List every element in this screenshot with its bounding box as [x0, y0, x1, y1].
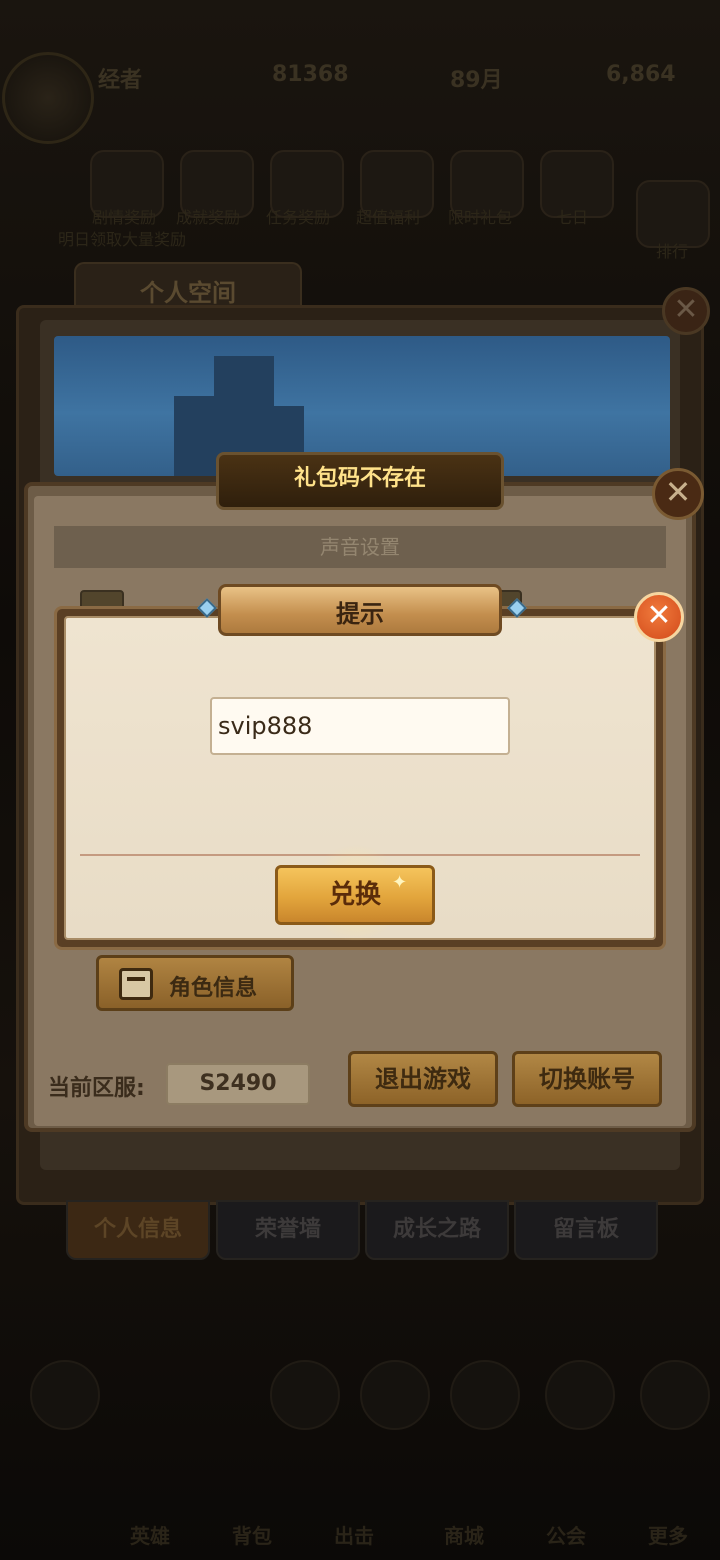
quit-game-button: 退出游戏 [348, 1051, 498, 1107]
nav-icon [450, 1360, 520, 1430]
shortcut-label: 任务奖励 [266, 208, 331, 227]
game-screen: 经者 81368 89月 6,864 剧情奖励 成就奖励 任务奖励 超值福利 限… [0, 0, 720, 1560]
card-icon [119, 968, 153, 1000]
nav-label: 英雄 [130, 1524, 170, 1548]
nav-label: 公会 [546, 1524, 586, 1548]
nav-icon [270, 1360, 340, 1430]
player-name: 经者 [98, 68, 143, 93]
sound-settings-header: 声音设置 [54, 526, 666, 568]
notice-text: 明日领取大量奖励 [58, 230, 187, 249]
close-dialog-button[interactable]: ✕ [634, 592, 684, 642]
shortcut-label: 剧情奖励 [92, 208, 157, 227]
shortcut-label: 超值福利 [356, 208, 421, 227]
nav-label: 背包 [232, 1524, 272, 1548]
nav-icon [30, 1360, 100, 1430]
role-info-button: 角色信息 [96, 955, 294, 1011]
shortcut-label: 排行 [656, 242, 689, 261]
nav-label: 商城 [444, 1524, 484, 1548]
nav-label: 出击 [334, 1524, 374, 1548]
player-avatar [2, 52, 94, 144]
gift-code-input[interactable] [210, 697, 510, 755]
toast-message: 礼包码不存在 [293, 466, 426, 491]
role-info-label: 角色信息 [169, 976, 258, 1001]
nav-label: 更多 [648, 1524, 688, 1548]
shortcut-label: 成就奖励 [176, 208, 241, 227]
tab-honor-wall: 荣誉墙 [216, 1200, 360, 1260]
dialog-title: 提示 [336, 600, 384, 628]
currency-value: 6,864 [606, 62, 676, 87]
tab-growth-path: 成长之路 [365, 1200, 509, 1260]
timer-value: 89月 [450, 68, 503, 93]
top-hud: 经者 81368 89月 6,864 [0, 0, 720, 160]
server-label: 当前区服: [48, 1076, 145, 1101]
sparkle-icon: ✦ [392, 872, 408, 893]
power-value: 81368 [272, 62, 349, 87]
server-value: S2490 [166, 1063, 310, 1105]
tab-personal-info: 个人信息 [66, 1200, 210, 1260]
close-settings-icon: ✕ [652, 468, 704, 520]
close-space-icon: ✕ [662, 287, 710, 335]
redeem-button[interactable]: 兑换 [275, 865, 435, 925]
shortcut-label: 限时礼包 [448, 208, 513, 227]
nav-icon [545, 1360, 615, 1430]
switch-account-button: 切换账号 [512, 1051, 662, 1107]
nav-icon [640, 1360, 710, 1430]
tab-message-board: 留言板 [514, 1200, 658, 1260]
nav-icon [360, 1360, 430, 1430]
shortcut-label: 七日 [556, 208, 589, 227]
